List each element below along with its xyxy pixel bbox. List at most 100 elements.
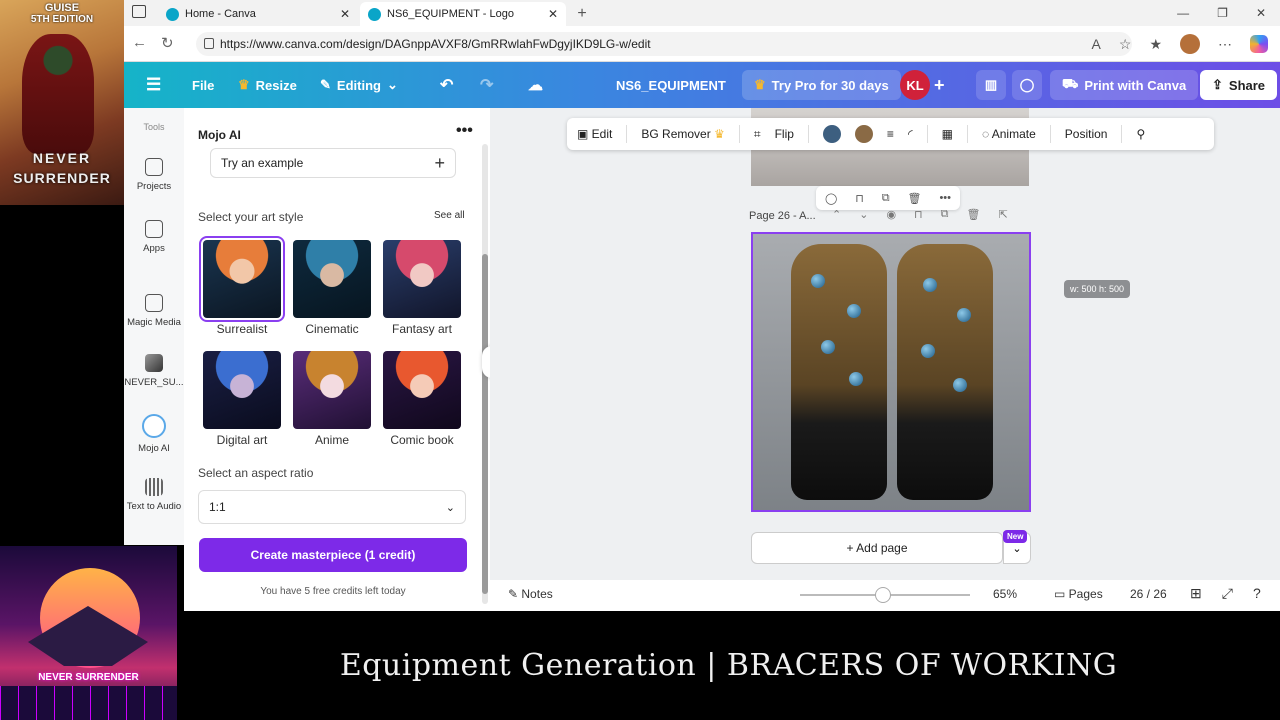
- zoom-level[interactable]: 65%: [993, 587, 1017, 601]
- menu-icon[interactable]: ☰: [146, 62, 161, 108]
- credits-note: You have 5 free credits left today: [260, 586, 406, 597]
- resize-button[interactable]: ♛ Resize: [238, 62, 297, 108]
- editing-mode-button[interactable]: ✎ Editing ⌄: [320, 62, 398, 108]
- rail-item-never-su[interactable]: NEVER_SU...: [124, 354, 184, 388]
- paint-format-icon[interactable]: ⚲: [1136, 127, 1145, 141]
- image-edit-icon: ▣: [577, 127, 592, 141]
- scrollbar-thumb[interactable]: [482, 254, 488, 594]
- redo-icon[interactable]: ↷: [480, 62, 493, 108]
- page-up-icon[interactable]: ⌃: [832, 208, 841, 221]
- share-button[interactable]: ⇪ Share: [1200, 70, 1278, 100]
- more-icon[interactable]: •••: [939, 192, 951, 204]
- profile-avatar[interactable]: [1180, 34, 1200, 54]
- zoom-slider-handle[interactable]: [875, 587, 892, 603]
- add-page-button[interactable]: + Add page: [751, 532, 1003, 564]
- pages-button[interactable]: ▭ Pages: [1054, 587, 1103, 601]
- animate-button[interactable]: ◌ Animate: [982, 127, 1036, 141]
- delete-page-icon[interactable]: 🗑: [967, 208, 981, 221]
- see-all-link[interactable]: See all: [434, 210, 465, 221]
- lock-page-icon[interactable]: ⊓: [914, 208, 923, 221]
- context-toolbar: ▣ Edit BG Remover ♛ ⌗ Flip ≡ ◜ ▦ ◌ Anima…: [567, 118, 1214, 150]
- crop-icon[interactable]: ⌗: [754, 127, 761, 142]
- selected-image-bracers[interactable]: [751, 232, 1031, 512]
- rail-item-magic-media[interactable]: Magic Media: [124, 294, 184, 328]
- close-tab-icon[interactable]: ✕: [548, 7, 558, 21]
- position-button[interactable]: Position: [1065, 127, 1108, 141]
- url-field[interactable]: https://www.canva.com/design/DAGnppAVXF8…: [196, 32, 1132, 56]
- rail-item-projects[interactable]: Projects: [124, 158, 184, 192]
- border-style-icon[interactable]: ≡: [887, 127, 894, 141]
- hide-page-icon[interactable]: ◉: [886, 208, 896, 221]
- new-tab-button[interactable]: +: [570, 2, 594, 26]
- fullscreen-icon[interactable]: ⤢: [1222, 585, 1233, 602]
- restore-icon[interactable]: ❐: [1217, 6, 1228, 20]
- nav-buttons: ← ↻: [132, 34, 174, 52]
- style-card-anime[interactable]: Anime: [290, 351, 374, 447]
- tab-actions-icon[interactable]: [132, 5, 146, 18]
- try-example-button[interactable]: Try an example +: [210, 148, 456, 178]
- rail-item-apps[interactable]: Apps: [124, 220, 184, 254]
- cloud-save-icon[interactable]: ☁: [528, 62, 543, 108]
- tab-title: Home - Canva: [185, 8, 256, 20]
- add-collaborator-icon[interactable]: +: [934, 62, 945, 108]
- gem: [921, 344, 935, 358]
- tab-home-canva[interactable]: Home - Canva ✕: [158, 2, 358, 26]
- comments-icon[interactable]: ◯: [1012, 70, 1042, 100]
- print-with-canva-button[interactable]: ⛟ Print with Canva: [1050, 70, 1199, 100]
- style-thumbnail: [293, 351, 371, 429]
- style-thumbnail: [383, 240, 461, 318]
- style-card-digital-art[interactable]: Digital art: [200, 351, 284, 447]
- reload-icon[interactable]: ↻: [161, 34, 174, 52]
- edit-button[interactable]: ▣ Edit: [577, 127, 612, 141]
- site-info-icon[interactable]: [204, 38, 214, 49]
- rail-item-text-to-audio[interactable]: Text to Audio: [124, 478, 184, 512]
- transparency-icon[interactable]: ▦: [942, 127, 953, 141]
- page-down-icon[interactable]: ⌄: [859, 208, 868, 221]
- favorites-icon[interactable]: ★: [1149, 36, 1162, 53]
- favorite-star-icon[interactable]: ☆: [1119, 36, 1132, 53]
- style-card-surrealist[interactable]: Surrealist: [199, 236, 285, 336]
- more-icon[interactable]: ⋯: [1218, 36, 1232, 53]
- style-card-comic-book[interactable]: Comic book: [380, 351, 464, 447]
- back-icon[interactable]: ←: [132, 34, 147, 52]
- file-menu[interactable]: File: [192, 62, 214, 108]
- tab-ns6-equipment[interactable]: NS6_EQUIPMENT - Logo ✕: [360, 2, 566, 26]
- close-window-icon[interactable]: ✕: [1256, 6, 1266, 20]
- style-card-fantasy-art[interactable]: Fantasy art: [380, 240, 464, 336]
- page-label[interactable]: Page 26 - A...: [749, 210, 816, 222]
- duplicate-page-icon[interactable]: ⧉: [941, 208, 949, 221]
- flip-button[interactable]: Flip: [775, 127, 794, 141]
- bg-remover-button[interactable]: BG Remover ♛: [641, 127, 724, 141]
- document-title[interactable]: NS6_EQUIPMENT: [616, 62, 726, 108]
- rail-item-mojo-ai[interactable]: Mojo AI: [124, 414, 184, 454]
- add-page-icon[interactable]: ⇱: [998, 208, 1007, 221]
- notes-button[interactable]: ✎ Notes: [508, 587, 553, 601]
- aspect-ratio-select[interactable]: 1:1 ⌄: [198, 490, 466, 524]
- try-pro-button[interactable]: ♛ Try Pro for 30 days: [742, 70, 901, 100]
- read-aloud-icon[interactable]: A: [1092, 36, 1101, 52]
- divider: [738, 125, 740, 143]
- more-options-icon[interactable]: •••: [456, 122, 473, 140]
- comment-add-icon[interactable]: ◯: [825, 192, 837, 205]
- close-tab-icon[interactable]: ✕: [340, 7, 350, 21]
- grid-view-icon[interactable]: ⊞: [1190, 585, 1202, 602]
- copilot-icon[interactable]: [1250, 35, 1268, 53]
- help-icon[interactable]: ?: [1253, 585, 1261, 602]
- user-avatar[interactable]: KL: [900, 70, 930, 100]
- undo-icon[interactable]: ↶: [440, 62, 453, 108]
- delete-icon[interactable]: 🗑: [908, 192, 922, 205]
- aspect-ratio-heading: Select an aspect ratio: [198, 466, 314, 480]
- corner-rounding-icon[interactable]: ◜: [908, 127, 913, 141]
- duplicate-icon[interactable]: ⧉: [882, 192, 890, 205]
- color-swatch[interactable]: [822, 125, 841, 143]
- lock-icon[interactable]: ⊓: [855, 192, 864, 205]
- style-card-cinematic[interactable]: Cinematic: [290, 240, 374, 336]
- dimension-tooltip: w: 500 h: 500: [1064, 280, 1131, 298]
- create-masterpiece-button[interactable]: Create masterpiece (1 credit): [199, 538, 467, 572]
- color-swatch[interactable]: [854, 125, 873, 143]
- truck-icon: ⛟: [1062, 76, 1079, 91]
- crown-icon: ♛: [754, 77, 766, 92]
- minimize-icon[interactable]: —: [1177, 6, 1189, 20]
- gem: [811, 274, 825, 288]
- analytics-icon[interactable]: ▥: [976, 70, 1006, 100]
